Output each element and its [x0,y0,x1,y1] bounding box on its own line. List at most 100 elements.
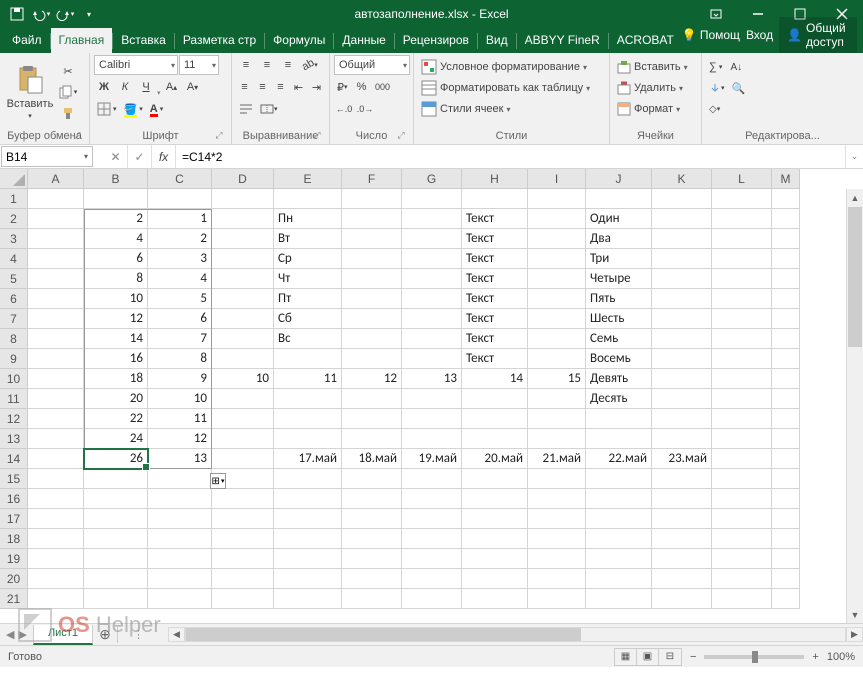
cell[interactable] [528,269,586,289]
cell[interactable] [342,349,402,369]
row-header[interactable]: 18 [0,529,28,549]
cell[interactable]: Восемь [586,349,652,369]
cell[interactable] [772,429,800,449]
cell[interactable] [84,469,148,489]
cell[interactable]: 14 [462,369,528,389]
cell[interactable] [274,429,342,449]
align-middle-button[interactable]: ≡ [257,55,277,75]
cell[interactable] [712,489,772,509]
signin-button[interactable]: Вход [746,28,773,42]
cell[interactable] [28,329,84,349]
cell[interactable] [212,309,274,329]
cell[interactable] [462,469,528,489]
cell[interactable]: 16 [84,349,148,369]
cell[interactable]: 22.май [586,449,652,469]
cell[interactable]: 11 [274,369,342,389]
cell[interactable] [528,309,586,329]
cell[interactable]: 3 [148,249,212,269]
column-header[interactable]: B [84,169,148,189]
cell[interactable] [342,509,402,529]
cell[interactable] [28,429,84,449]
cell[interactable]: Текст [462,269,528,289]
cell[interactable] [402,549,462,569]
undo-button[interactable]: ▾ [30,3,52,25]
scroll-down-button[interactable]: ▼ [847,606,863,623]
row-header[interactable]: 7 [0,309,28,329]
cell[interactable] [28,509,84,529]
cell[interactable] [274,529,342,549]
dialog-launcher-icon[interactable]: ⤢ [395,130,407,142]
row-header[interactable]: 9 [0,349,28,369]
cell[interactable]: Пт [274,289,342,309]
cell[interactable]: Ср [274,249,342,269]
cell[interactable] [772,589,800,609]
ribbon-tab-5[interactable]: Данные [334,28,393,53]
font-size-combo[interactable]: 11▾ [179,55,219,75]
cell[interactable] [528,469,586,489]
ribbon-tab-2[interactable]: Вставка [113,28,174,53]
cell[interactable] [586,409,652,429]
align-center-button[interactable]: ≡ [254,77,271,97]
cell[interactable] [342,569,402,589]
cell[interactable] [462,569,528,589]
cell[interactable] [712,529,772,549]
ribbon-tab-1[interactable]: Главная [51,28,113,53]
cell[interactable] [772,369,800,389]
cell[interactable] [342,329,402,349]
row-header[interactable]: 6 [0,289,28,309]
cell[interactable] [274,469,342,489]
accounting-format-button[interactable]: ₽▾ [334,77,351,97]
cell[interactable] [772,489,800,509]
cell[interactable] [402,409,462,429]
cell[interactable] [402,269,462,289]
scroll-left-button[interactable]: ◀ [168,627,185,642]
cell[interactable] [462,549,528,569]
cell[interactable] [402,469,462,489]
dialog-launcher-icon[interactable]: ⤢ [213,130,225,142]
fill-color-button[interactable]: 🪣▾ [121,99,146,119]
cell[interactable] [212,529,274,549]
row-header[interactable]: 4 [0,249,28,269]
cell[interactable] [148,189,212,209]
cell[interactable] [712,189,772,209]
ribbon-tab-0[interactable]: Файл [4,28,50,53]
cell[interactable] [586,589,652,609]
cell[interactable] [212,349,274,369]
row-header[interactable]: 15 [0,469,28,489]
row-header[interactable]: 8 [0,329,28,349]
cell[interactable] [28,469,84,489]
cell[interactable] [528,189,586,209]
cell[interactable]: 12 [84,309,148,329]
column-header[interactable]: L [712,169,772,189]
cell[interactable]: Сб [274,309,342,329]
cell[interactable] [772,409,800,429]
cell[interactable] [274,589,342,609]
cell[interactable] [28,309,84,329]
cell[interactable]: 19.май [402,449,462,469]
cell[interactable] [28,269,84,289]
cell[interactable]: 13 [148,449,212,469]
cell[interactable] [528,209,586,229]
cell[interactable]: Текст [462,209,528,229]
cell[interactable] [342,289,402,309]
column-header[interactable]: M [772,169,800,189]
cell[interactable] [772,189,800,209]
increase-font-button[interactable]: A▴ [162,77,182,97]
cell[interactable] [402,209,462,229]
cell[interactable] [772,549,800,569]
cell[interactable] [586,489,652,509]
cell[interactable]: 11 [148,409,212,429]
cell[interactable]: 10 [212,369,274,389]
horizontal-scrollbar[interactable]: ◀ ▶ [168,624,863,645]
cell[interactable] [84,589,148,609]
ribbon-tab-6[interactable]: Рецензиров [395,28,477,53]
name-box[interactable]: B14▾ [1,146,93,167]
number-format-combo[interactable]: Общий▾ [334,55,410,75]
cell[interactable]: 15 [528,369,586,389]
cell[interactable] [342,489,402,509]
find-button[interactable]: 🔍 [729,78,749,98]
row-header[interactable]: 14 [0,449,28,469]
cell[interactable]: 22 [84,409,148,429]
cell[interactable] [342,389,402,409]
cell[interactable] [462,509,528,529]
